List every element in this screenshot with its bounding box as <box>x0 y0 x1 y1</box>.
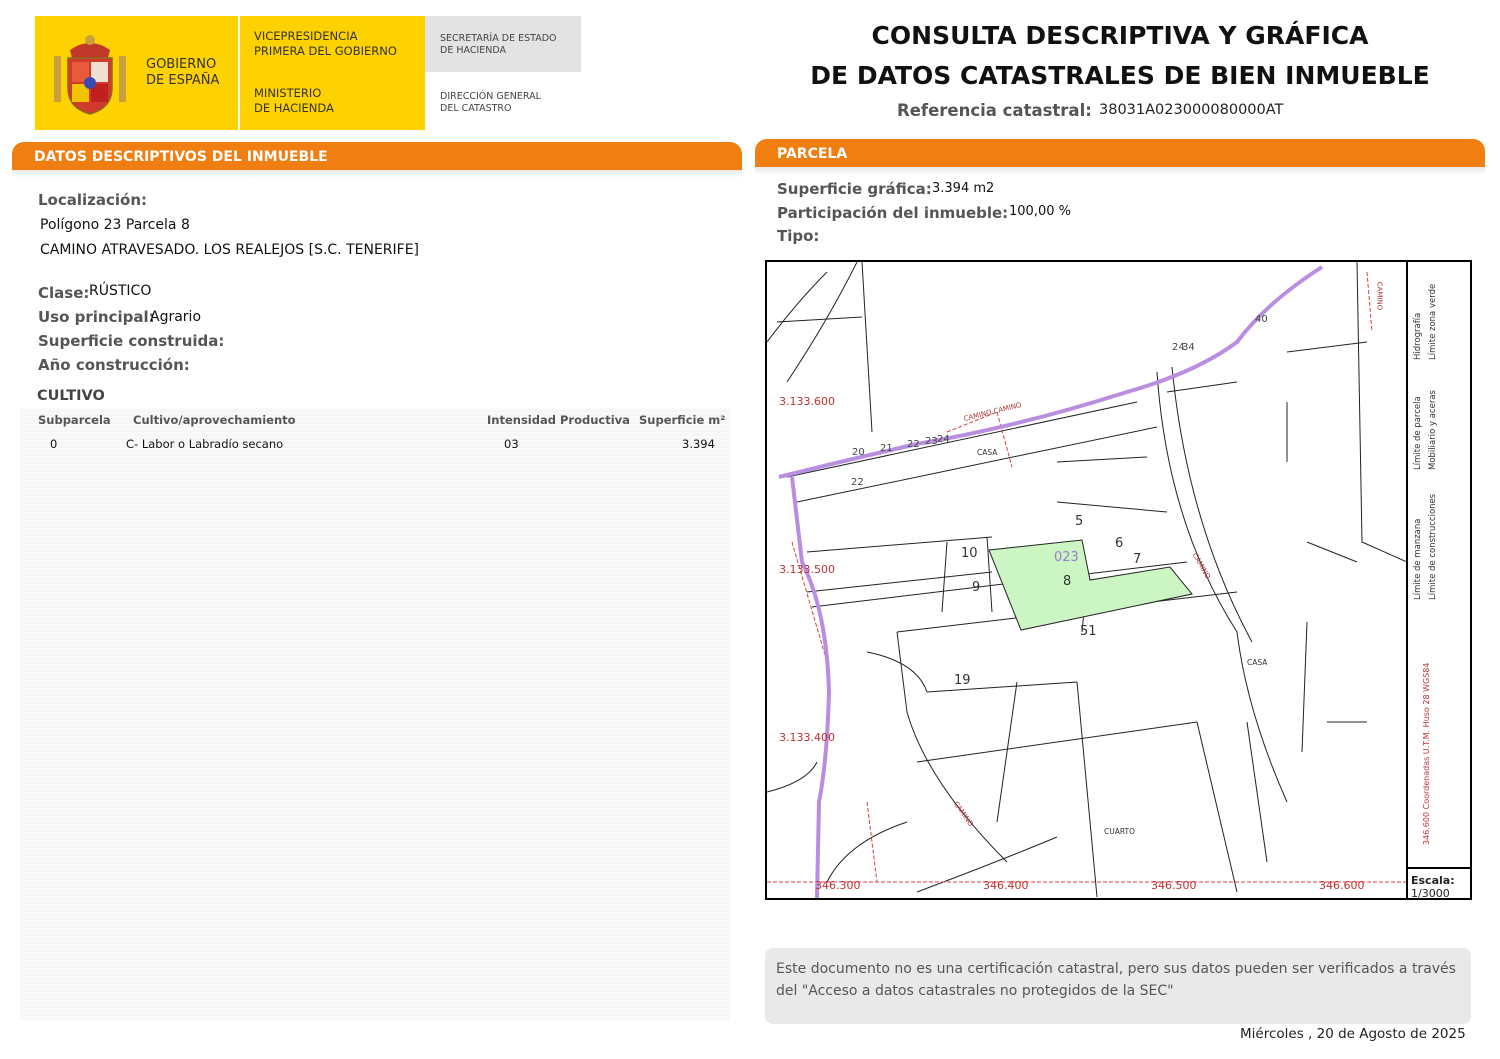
parcel-number: 10 <box>961 546 978 561</box>
table-cell-intensidad: 03 <box>504 437 519 451</box>
legend-zona-verde: Límite zona verde <box>1428 283 1438 360</box>
legend-manzana: Límite de manzana <box>1413 518 1423 600</box>
map-polygon-label: 023 <box>1054 550 1079 565</box>
legend-divider <box>1406 867 1472 869</box>
coord-label: 3.133.500 <box>779 563 835 576</box>
table-cell-superficie: 3.394 <box>682 437 715 451</box>
parcel-number: 5 <box>1075 514 1084 529</box>
clase-label: Clase: <box>38 284 90 302</box>
parcel-number: 51 <box>1080 624 1097 639</box>
parcel-number: 22 <box>851 477 864 488</box>
title-line-2: DE DATOS CATASTRALES DE BIEN INMUEBLE <box>810 61 1430 90</box>
uso-principal-label: Uso principal: <box>38 308 155 326</box>
parcel-number: 19 <box>954 673 971 688</box>
gobierno-de-espana-text: GOBIERNO DE ESPAÑA <box>146 57 220 88</box>
clase-value: RÚSTICO <box>89 283 152 299</box>
participacion-value: 100,00 % <box>1009 204 1071 219</box>
escala-label: Escala: <box>1411 874 1455 887</box>
parcel-number: 8 <box>1063 574 1072 589</box>
coord-label: 3.133.400 <box>779 731 835 744</box>
parcel-number: 40 <box>1255 314 1268 325</box>
table-cell-subparcela: 0 <box>50 437 58 451</box>
coord-label: 346.500 <box>1151 879 1197 892</box>
coord-label: 346.600 <box>1319 879 1365 892</box>
secretaria-text: SECRETARÍA DE ESTADO DE HACIENDA <box>440 33 557 56</box>
parcel-number: 7 <box>1133 552 1142 567</box>
section-shadow <box>12 170 742 178</box>
title-line-1: CONSULTA DESCRIPTIVA Y GRÁFICA <box>871 21 1369 50</box>
parcel-number: 6 <box>1115 536 1124 551</box>
ref-catastral-label: Referencia catastral: <box>897 101 1092 120</box>
coat-of-arms-icon <box>54 35 126 115</box>
legend-divider <box>1406 261 1408 899</box>
anio-construccion-label: Año construcción: <box>38 356 190 374</box>
table-cell-cultivo: C- Labor o Labradío secano <box>126 437 284 451</box>
legend-construcciones: Límite de construcciones <box>1428 493 1438 600</box>
legend-parcela: Límite de parcela <box>1413 396 1423 470</box>
table-header-cultivo: Cultivo/aprovechamiento <box>133 413 296 427</box>
coord-label: 346.400 <box>983 879 1029 892</box>
coord-label: 346.300 <box>815 879 861 892</box>
parcel-number: 9 <box>972 580 981 595</box>
coord-label: 3.133.600 <box>779 395 835 408</box>
parcel-number: 20 <box>852 447 865 458</box>
localizacion-line-1: Polígono 23 Parcela 8 <box>40 217 190 233</box>
table-header-subparcela: Subparcela <box>38 413 111 427</box>
parcel-number: 24 <box>937 434 950 445</box>
ministerio-text: MINISTERIO DE HACIENDA <box>254 86 334 115</box>
uso-principal-value: Agrario <box>150 309 202 325</box>
tipo-label: Tipo: <box>777 227 820 245</box>
direccion-general-text: DIRECCIÓN GENERAL DEL CATASTRO <box>440 91 541 114</box>
localizacion-label: Localización: <box>38 191 148 209</box>
legend-coordenadas: 346.600 Coordenadas U.T.M. Huso 28 WGS84 <box>1422 662 1431 845</box>
cultivo-title: CULTIVO <box>37 388 105 404</box>
table-header-intensidad: Intensidad Productiva <box>487 413 630 427</box>
cultivo-table <box>20 408 730 1020</box>
legend-hidrografia: Hidrografía <box>1413 312 1423 360</box>
parcela-header: PARCELA <box>755 139 1485 167</box>
legend-mobiliario: Mobiliario y aceras <box>1428 390 1438 470</box>
superficie-grafica-label: Superficie gráfica: <box>777 180 932 198</box>
participacion-label: Participación del inmueble: <box>777 204 1009 222</box>
parcel-number: 23 <box>925 436 938 447</box>
notice-text: Este documento no es una certificación c… <box>776 961 1456 999</box>
section-shadow <box>755 167 1485 175</box>
localizacion-line-2: CAMINO ATRAVESADO. LOS REALEJOS [S.C. TE… <box>40 242 420 258</box>
datos-descriptivos-header: DATOS DESCRIPTIVOS DEL INMUEBLE <box>12 142 742 170</box>
table-header-superficie: Superficie m² <box>639 413 726 427</box>
parcel-number: 21 <box>880 443 893 454</box>
map-road-label: CAMINO <box>1375 281 1384 311</box>
superficie-construida-label: Superficie construida: <box>38 332 225 350</box>
superficie-grafica-value: 3.394 m2 <box>932 181 995 196</box>
vicepresidencia-text: VICEPRESIDENCIA PRIMERA DEL GOBIERNO <box>254 29 397 58</box>
logo-divider <box>238 16 240 130</box>
ref-catastral-value: 38031A023000080000AT <box>1099 102 1284 118</box>
page-title: CONSULTA DESCRIPTIVA Y GRÁFICA DE DATOS … <box>760 16 1480 96</box>
cadastral-map: 3.133.600 3.133.500 3.133.400 346.300 34… <box>765 260 1472 900</box>
parcel-number: 22 <box>907 439 920 450</box>
map-casa-label: CASA <box>1247 658 1268 667</box>
parcel-number: 34 <box>1182 342 1195 353</box>
map-cuarto-label: CUARTO <box>1104 827 1136 836</box>
escala-value: 1/3000 <box>1411 887 1450 900</box>
map-casa-label: CASA <box>977 448 998 457</box>
map-drawing <box>767 262 1407 898</box>
document-date: Miércoles , 20 de Agosto de 2025 <box>1240 1026 1466 1042</box>
